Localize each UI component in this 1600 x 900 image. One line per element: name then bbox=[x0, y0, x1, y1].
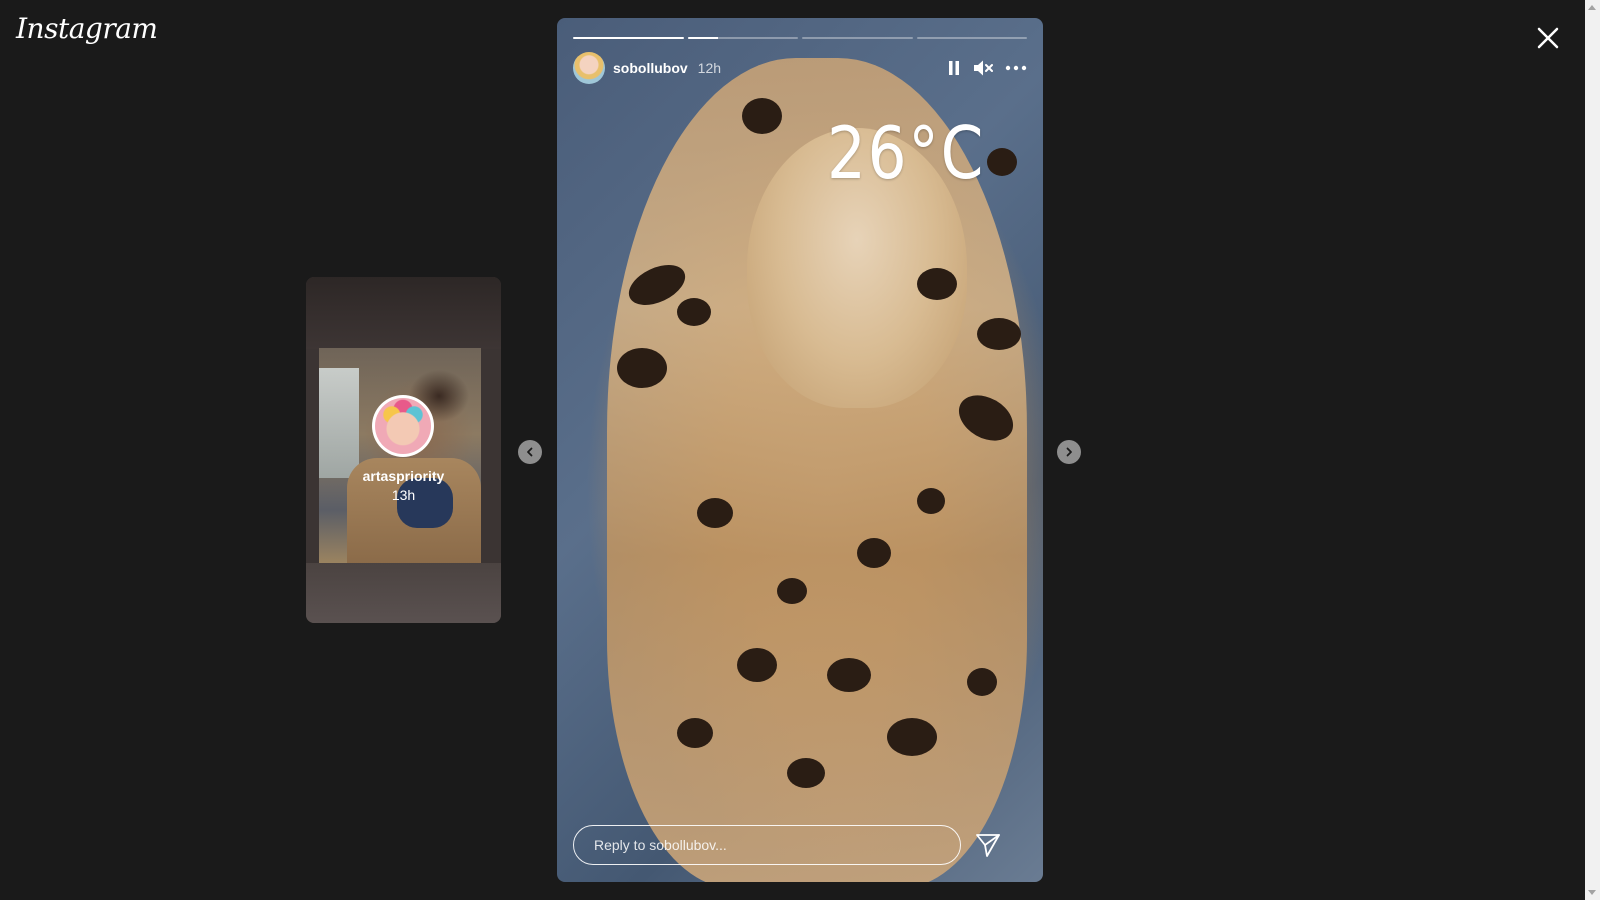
progress-segment bbox=[802, 37, 913, 39]
preview-background bbox=[306, 277, 501, 349]
story-avatar[interactable] bbox=[573, 52, 605, 84]
scroll-down-arrow-icon[interactable] bbox=[1588, 890, 1596, 895]
more-options-icon bbox=[1005, 65, 1027, 71]
fur-spot bbox=[677, 718, 713, 748]
fur-spot bbox=[917, 268, 957, 300]
chevron-right-icon bbox=[1066, 447, 1072, 457]
progress-segment bbox=[687, 37, 798, 39]
progress-segment bbox=[916, 37, 1027, 39]
next-story-button[interactable] bbox=[1057, 440, 1081, 464]
pause-icon bbox=[949, 61, 959, 75]
previous-story-button[interactable] bbox=[518, 440, 542, 464]
previous-story-preview[interactable]: artaspriority 13h bbox=[306, 277, 501, 623]
preview-photo-harness bbox=[397, 478, 453, 528]
story-viewer-page: Instagram artaspriority 13h 26°C sobollu… bbox=[0, 0, 1600, 900]
scroll-up-arrow-icon[interactable] bbox=[1588, 5, 1596, 10]
reply-input[interactable] bbox=[573, 825, 961, 865]
fur-spot bbox=[617, 348, 667, 388]
fur-spot bbox=[737, 648, 777, 682]
preview-username: artaspriority bbox=[362, 468, 445, 484]
mute-button[interactable] bbox=[973, 59, 993, 77]
page-scrollbar[interactable] bbox=[1585, 0, 1600, 900]
fur-spot bbox=[887, 718, 937, 756]
story-header: sobollubov 12h bbox=[573, 52, 1027, 84]
fur-spot bbox=[677, 298, 711, 326]
preview-photo-window bbox=[319, 368, 359, 478]
story-time: 12h bbox=[697, 60, 722, 76]
fur-spot bbox=[857, 538, 891, 568]
preview-time: 13h bbox=[391, 487, 416, 503]
temperature-sticker[interactable]: 26°C bbox=[827, 111, 985, 195]
preview-background-bottom bbox=[306, 563, 501, 623]
chevron-left-icon bbox=[527, 447, 533, 457]
fur-spot bbox=[977, 318, 1021, 350]
fur-spot bbox=[777, 578, 807, 604]
fur-spot bbox=[742, 98, 782, 134]
progress-segment bbox=[573, 37, 684, 39]
active-story[interactable]: 26°C sobollubov 12h bbox=[557, 18, 1043, 882]
fur-spot bbox=[697, 498, 733, 528]
story-progress-bar bbox=[573, 37, 1027, 39]
pause-button[interactable] bbox=[947, 60, 961, 76]
story-username[interactable]: sobollubov bbox=[613, 60, 688, 76]
close-button[interactable] bbox=[1530, 20, 1566, 56]
instagram-logo[interactable]: Instagram bbox=[16, 12, 158, 45]
fur-spot bbox=[917, 488, 945, 514]
reply-bar bbox=[573, 823, 1027, 867]
preview-avatar-image bbox=[375, 398, 431, 454]
send-button[interactable] bbox=[973, 830, 1003, 860]
fur-spot bbox=[827, 658, 871, 692]
story-header-actions bbox=[947, 59, 1027, 77]
more-options-button[interactable] bbox=[1005, 65, 1027, 71]
send-icon bbox=[976, 834, 1000, 857]
preview-avatar bbox=[372, 395, 434, 457]
close-icon bbox=[1537, 27, 1559, 49]
muted-speaker-icon bbox=[974, 60, 993, 76]
fur-spot bbox=[787, 758, 825, 788]
fur-spot bbox=[967, 668, 997, 696]
fur-spot bbox=[987, 148, 1017, 176]
